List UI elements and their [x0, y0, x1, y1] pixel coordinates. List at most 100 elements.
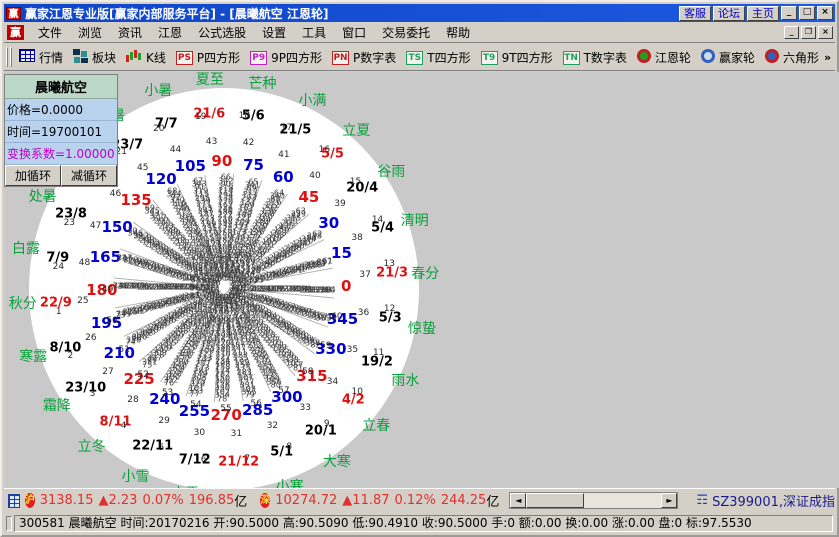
degree-label: 0: [341, 277, 351, 295]
date-second-index: 44: [170, 145, 181, 155]
close-button[interactable]: ×: [817, 6, 833, 20]
solar-term-label: 小寒: [276, 476, 304, 488]
toolbar-button-K线[interactable]: K线: [121, 47, 171, 68]
solar-term-label: 立夏: [342, 120, 370, 140]
panel-row-1: 时间=19700101: [5, 121, 117, 143]
title-button-0[interactable]: 客服: [679, 6, 711, 21]
date-second-index: 46: [110, 189, 121, 199]
menu-item[interactable]: 工具: [294, 22, 334, 43]
toolbar-button-P四方形[interactable]: PSP四方形: [171, 47, 245, 68]
sh-index-value: 3138.15: [40, 493, 94, 508]
connection-antenna-icon: ☶: [696, 493, 708, 508]
menu-item[interactable]: 公式选股: [190, 22, 254, 43]
quote-grid-icon[interactable]: [8, 494, 20, 508]
solar-term-label: 寒露: [19, 346, 47, 366]
sh-index-change: ▲2.23: [98, 493, 137, 508]
toolbar-button-板块[interactable]: 板块: [68, 47, 121, 68]
scrollbar-thumb[interactable]: [526, 493, 584, 508]
shanghai-icon: 沪: [25, 493, 35, 508]
degree-label: 120: [145, 170, 176, 188]
toolbar-button-六角形[interactable]: 六角形: [760, 47, 824, 68]
status-bar: 300581 晨曦航空 时间:20170216 开:90.5000 高:90.5…: [4, 513, 835, 534]
main-content: 清明5/413371561337853131092891332651572411…: [4, 72, 839, 488]
toolbar-button-T四方形[interactable]: TST四方形: [401, 47, 475, 68]
menu-item[interactable]: 江恩: [150, 22, 190, 43]
date-index: 10: [352, 387, 363, 397]
menu-item[interactable]: 窗口: [334, 22, 374, 43]
toolbar-label: T四方形: [427, 49, 470, 66]
cycle-button-减循环[interactable]: 减循环: [61, 165, 117, 186]
toolbar-button-赢家轮[interactable]: 赢家轮: [696, 47, 760, 68]
title-button-2[interactable]: 主页: [747, 6, 779, 21]
toolbar-overflow-chevron[interactable]: »: [824, 51, 831, 64]
toolbar-label: P四方形: [197, 49, 240, 66]
current-index-label[interactable]: SZ399001,深证成指: [712, 491, 835, 510]
toolbar-button-江恩轮[interactable]: 江恩轮: [632, 47, 696, 68]
date-index: 2: [68, 351, 74, 361]
toolbar-button-T数字表[interactable]: TNT数字表: [558, 47, 632, 68]
badge-TN-icon: TN: [563, 49, 580, 65]
shenzhen-icon: 深: [260, 493, 270, 508]
toolbar-grip[interactable]: [6, 47, 8, 67]
solar-term-label: 雨水: [391, 370, 419, 390]
date-second-index: 33: [299, 403, 310, 413]
solar-term-label: 小满: [298, 90, 326, 110]
date-label: 21/3: [376, 265, 408, 280]
solar-term-label: 夏至: [196, 72, 224, 89]
menu-item[interactable]: 文件: [30, 22, 70, 43]
child-restore-button[interactable]: ❐: [801, 26, 816, 39]
toolbar-label: K线: [146, 49, 166, 66]
toolbar-button-9T四方形[interactable]: T99T四方形: [476, 47, 558, 68]
toolbar-label: 六角形: [783, 49, 819, 66]
date-label: 20/1: [305, 424, 337, 439]
degree-label: 105: [175, 157, 206, 175]
sz-index-value: 10274.72: [275, 493, 337, 508]
degree-index: 51: [118, 345, 129, 355]
badge-TS-icon: TS: [406, 49, 423, 65]
toolbar-button-9P四方形[interactable]: P99P四方形: [245, 47, 327, 68]
date-index: 11: [373, 348, 384, 358]
solar-term-label: 惊蛰: [408, 318, 436, 338]
date-second-index: 40: [309, 171, 320, 181]
panel-rows: 价格=0.0000时间=19700101变换系数=1.00000: [5, 99, 117, 165]
date-index: 17: [281, 123, 292, 133]
degree-index: 56: [250, 399, 261, 409]
date-index: 19: [195, 112, 206, 122]
degree-index: 54: [190, 400, 201, 410]
title-bar: 赢 赢家江恩专业版[赢家内部服务平台] - [晨曦航空 江恩轮] 客服论坛主页 …: [4, 4, 835, 22]
date-index: 1: [56, 307, 62, 317]
child-close-button[interactable]: ×: [818, 26, 833, 39]
degree-label: 15: [331, 244, 352, 262]
menu-item[interactable]: 资讯: [110, 22, 150, 43]
menu-item[interactable]: 设置: [254, 22, 294, 43]
toolbar-grip[interactable]: [10, 47, 12, 67]
toolbar-button-P数字表[interactable]: PNP数字表: [327, 47, 401, 68]
date-index: 18: [239, 111, 250, 121]
menu-item[interactable]: 浏览: [70, 22, 110, 43]
child-minimize-button[interactable]: _: [784, 26, 799, 39]
app-window: 赢 赢家江恩专业版[赢家内部服务平台] - [晨曦航空 江恩轮] 客服论坛主页 …: [0, 0, 839, 537]
maximize-button[interactable]: □: [799, 6, 815, 20]
degree-index: 52: [137, 370, 148, 380]
toolbar-label: 江恩轮: [655, 49, 691, 66]
date-index: 3: [90, 389, 96, 399]
menu-item[interactable]: 帮助: [438, 22, 478, 43]
minimize-button[interactable]: _: [781, 6, 797, 20]
sz-index-change: ▲11.87: [342, 493, 389, 508]
date-index: 12: [384, 304, 395, 314]
scroll-left-arrow[interactable]: ◄: [510, 493, 526, 508]
candles-icon: [126, 49, 142, 66]
date-index: 16: [319, 145, 330, 155]
scroll-right-arrow[interactable]: ►: [661, 493, 677, 508]
toolbar: 行情板块K线PSP四方形P99P四方形PNP数字表TST四方形T99T四方形TN…: [4, 44, 835, 71]
date-second-index: 30: [194, 428, 205, 438]
solar-term-label: 霜降: [43, 395, 71, 415]
title-button-1[interactable]: 论坛: [713, 6, 745, 21]
horizontal-scrollbar[interactable]: ◄ ►: [509, 492, 678, 509]
winner-wheel-icon: [701, 49, 715, 66]
date-label: 21/12: [218, 455, 259, 470]
cycle-button-加循环[interactable]: 加循环: [5, 165, 61, 186]
menu-item[interactable]: 交易委托: [374, 22, 438, 43]
toolbar-label: 板块: [92, 49, 116, 66]
toolbar-button-行情[interactable]: 行情: [14, 47, 68, 68]
